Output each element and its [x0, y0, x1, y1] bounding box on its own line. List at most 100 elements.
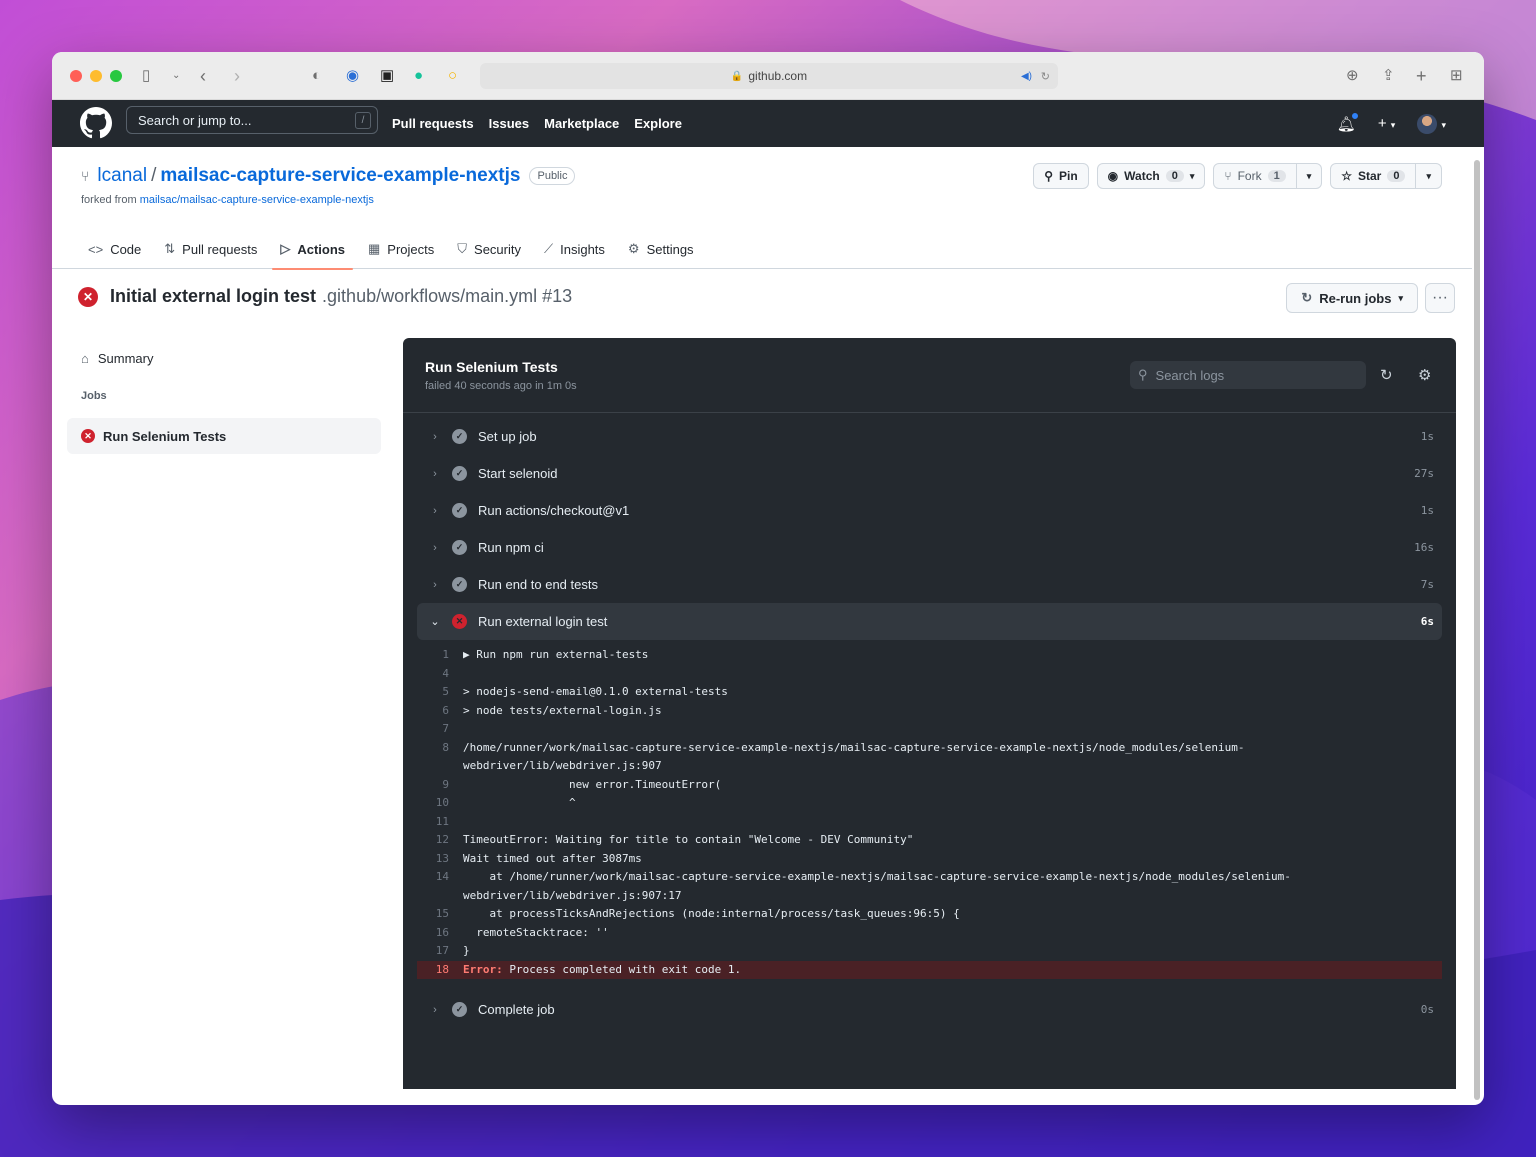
log-line[interactable]: 8/home/runner/work/mailsac-capture-servi… — [417, 739, 1442, 776]
log-line[interactable]: 10 ^ — [417, 794, 1442, 813]
download-icon[interactable]: ⊕ — [1346, 66, 1359, 86]
user-menu[interactable]: ▾ — [1417, 113, 1446, 134]
line-number[interactable]: 9 — [417, 776, 463, 795]
log-line[interactable]: 13 Wait timed out after 3087ms — [417, 850, 1442, 869]
log-line[interactable]: 6 > node tests/external-login.js — [417, 702, 1442, 721]
log-line[interactable]: 5 > nodejs-send-email@0.1.0 external-test… — [417, 683, 1442, 702]
step-row[interactable]: › ✓ Complete job 0s — [417, 991, 1442, 1028]
sidebar-item-job[interactable]: ✕ Run Selenium Tests — [67, 418, 381, 454]
log-line-error[interactable]: 18 Error: Process completed with exit cod… — [417, 960, 1442, 980]
minimize-window-button[interactable] — [90, 69, 102, 82]
back-icon[interactable]: ‹ — [200, 66, 206, 86]
log-line[interactable]: 9 new error.TimeoutError( — [417, 776, 1442, 795]
gear-icon[interactable]: ⚙ — [1418, 366, 1431, 384]
page-scrollbar[interactable] — [1474, 160, 1480, 1100]
pin-icon: ⚲ — [1044, 169, 1053, 183]
nav-marketplace[interactable]: Marketplace — [544, 116, 619, 131]
project-icon: ▦ — [368, 241, 381, 256]
log-line[interactable]: 14 at /home/runner/work/mailsac-capture-… — [417, 868, 1442, 905]
forked-from-link[interactable]: mailsac/mailsac-capture-service-example-… — [140, 194, 374, 206]
close-window-button[interactable] — [70, 69, 82, 82]
fork-dropdown-button[interactable]: ▾ — [1296, 163, 1323, 189]
tab-pull-requests[interactable]: ⇅ Pull requests — [156, 229, 265, 269]
line-number[interactable]: 16 — [417, 924, 463, 943]
log-line[interactable]: 17} — [417, 942, 1442, 961]
line-number[interactable]: 15 — [417, 905, 463, 924]
extension-circle-icon[interactable]: ○ — [448, 66, 457, 86]
tab-insights[interactable]: ⟋ Insights — [536, 229, 613, 269]
line-number[interactable]: 4 — [417, 665, 463, 684]
address-bar[interactable]: 🔒 github.com ◀) ↻ — [480, 63, 1058, 89]
line-text: TimeoutError: Waiting for title to conta… — [463, 833, 914, 846]
step-row[interactable]: › ✓ Start selenoid 27s — [417, 455, 1442, 492]
notifications-bell-icon[interactable]: 🔔︎ — [1337, 111, 1359, 133]
step-row[interactable]: › ✓ Run end to end tests 7s — [417, 566, 1442, 603]
step-row[interactable]: › ✓ Run actions/checkout@v1 1s — [417, 492, 1442, 529]
notion-extension-icon[interactable]: ▣ — [380, 66, 394, 86]
log-line[interactable]: 15 at processTicksAndRejections (node:in… — [417, 905, 1442, 924]
line-number[interactable]: 7 — [417, 720, 463, 739]
global-search-input[interactable]: Search or jump to... / — [126, 106, 378, 134]
more-options-kebab-icon[interactable]: ··· — [1425, 283, 1455, 313]
line-number[interactable]: 10 — [417, 794, 463, 813]
nav-issues[interactable]: Issues — [489, 116, 529, 131]
log-line[interactable]: 1 ▶ Run npm run external-tests — [417, 646, 1442, 665]
chevron-down-icon[interactable]: ⌄ — [172, 66, 180, 86]
create-new-plus-icon[interactable]: + ▾ — [1378, 115, 1395, 132]
pin-label: Pin — [1059, 169, 1078, 183]
rerun-jobs-button[interactable]: ↻ Re-run jobs ▾ — [1286, 283, 1418, 313]
line-number[interactable]: 12 — [417, 831, 463, 850]
line-number[interactable]: 18 — [417, 961, 463, 980]
tab-security[interactable]: ⛉ Security — [449, 229, 529, 269]
github-logo-icon[interactable] — [80, 107, 112, 139]
log-line[interactable]: 12 TimeoutError: Waiting for title to con… — [417, 831, 1442, 850]
github-header: Search or jump to... / Pull requests Iss… — [52, 100, 1484, 147]
log-line[interactable]: 4 — [417, 665, 1442, 684]
line-number[interactable]: 1 — [417, 646, 463, 665]
tab-insights-label: Insights — [560, 241, 605, 257]
log-line[interactable]: 16 remoteStacktrace: '' — [417, 924, 1442, 943]
pin-button[interactable]: ⚲ Pin — [1033, 163, 1089, 189]
tab-overview-icon[interactable]: ⊞ — [1450, 66, 1463, 86]
line-number[interactable]: 14 — [417, 868, 463, 905]
repo-name-link[interactable]: mailsac-capture-service-example-nextjs — [160, 165, 520, 187]
grammarly-extension-icon[interactable]: ● — [414, 66, 423, 86]
step-row[interactable]: › ✓ Run npm ci 16s — [417, 529, 1442, 566]
nav-pull-requests[interactable]: Pull requests — [392, 116, 474, 131]
log-line[interactable]: 11 — [417, 813, 1442, 832]
line-number[interactable]: 13 — [417, 850, 463, 869]
extension-icon[interactable]: ◉ — [346, 66, 359, 86]
chevron-right-icon: › — [433, 541, 437, 554]
log-line[interactable]: 7 — [417, 720, 1442, 739]
forward-icon[interactable]: › — [234, 66, 240, 86]
line-number[interactable]: 5 — [417, 683, 463, 702]
tab-code[interactable]: <> Code — [80, 229, 149, 269]
tab-actions[interactable]: ▷ Actions — [272, 229, 353, 270]
nav-explore[interactable]: Explore — [634, 116, 682, 131]
star-button[interactable]: ☆ Star 0 — [1330, 163, 1417, 189]
new-tab-icon[interactable]: + — [1416, 66, 1427, 86]
step-row-expanded[interactable]: ⌄ ✕ Run external login test 6s — [417, 603, 1442, 640]
shield-extension-icon[interactable]: ◐ — [312, 66, 321, 86]
star-dropdown-button[interactable]: ▾ — [1416, 163, 1442, 189]
step-row[interactable]: › ✓ Set up job 1s — [417, 418, 1442, 455]
line-number[interactable]: 17 — [417, 942, 463, 961]
refresh-icon[interactable]: ↻ — [1380, 366, 1393, 384]
watch-button[interactable]: ◉ Watch 0 ▾ — [1096, 163, 1206, 189]
line-number[interactable]: 6 — [417, 702, 463, 721]
tab-settings[interactable]: ⚙ Settings — [620, 229, 702, 269]
reload-icon[interactable]: ↻ — [1041, 70, 1050, 83]
fork-button[interactable]: ⑂ Fork 1 — [1213, 163, 1297, 189]
line-number[interactable]: 8 — [417, 739, 463, 776]
error-label: Error: — [463, 962, 503, 976]
repo-owner-link[interactable]: lcanal — [97, 165, 147, 187]
tab-projects[interactable]: ▦ Projects — [360, 229, 442, 269]
search-logs-input[interactable]: ⚲ Search logs — [1130, 361, 1366, 389]
sidebar-item-summary[interactable]: ⌂ Summary — [67, 340, 381, 376]
fork-icon: ⑂ — [1224, 169, 1232, 183]
zoom-window-button[interactable] — [110, 69, 122, 82]
line-number[interactable]: 11 — [417, 813, 463, 832]
audio-icon[interactable]: ◀) — [1021, 71, 1032, 82]
sidebar-toggle-icon[interactable]: ▯ — [142, 66, 150, 86]
share-icon[interactable]: ⇪ — [1382, 66, 1395, 86]
